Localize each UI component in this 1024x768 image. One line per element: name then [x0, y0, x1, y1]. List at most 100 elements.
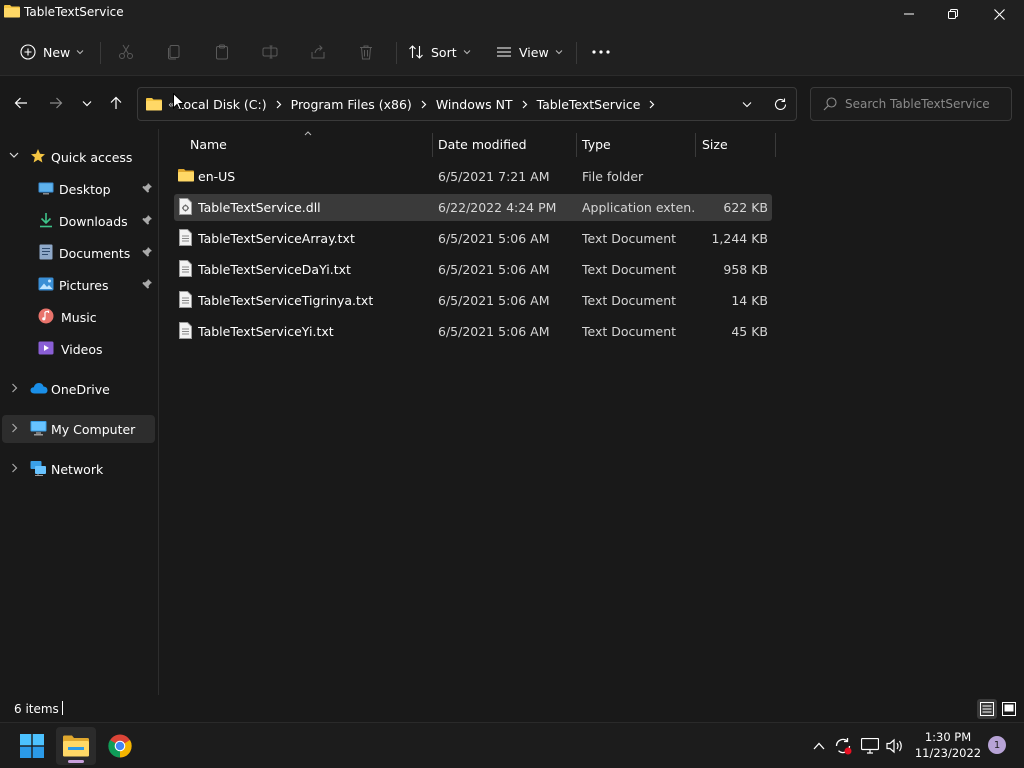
forward-button[interactable] — [44, 91, 68, 115]
new-button[interactable]: New — [20, 36, 84, 68]
sidebar-item-label: Quick access — [51, 150, 133, 165]
copy-button[interactable] — [166, 36, 182, 68]
table-row[interactable]: TableTextServiceArray.txt 6/5/2021 5:06 … — [174, 225, 772, 252]
sort-button[interactable]: Sort — [408, 36, 471, 68]
sidebar-item-onedrive[interactable]: OneDrive — [2, 375, 155, 403]
sidebar-item-downloads[interactable]: Downloads — [2, 207, 155, 235]
details-view-button[interactable] — [977, 699, 997, 719]
sidebar-item-music[interactable]: Music — [2, 303, 155, 331]
sidebar-item-my-computer[interactable]: My Computer — [2, 415, 155, 443]
column-label: Type — [582, 136, 611, 152]
column-divider[interactable] — [576, 133, 577, 157]
dll-file-icon — [179, 198, 192, 215]
column-header-size[interactable]: Size — [702, 129, 728, 159]
chevron-down-icon — [82, 100, 92, 106]
network-status-button[interactable] — [858, 723, 882, 768]
sidebar-item-videos[interactable]: Videos — [2, 335, 155, 363]
videos-icon — [38, 341, 54, 355]
address-history-button[interactable] — [732, 88, 762, 120]
delete-button[interactable] — [358, 36, 374, 68]
rename-button[interactable] — [262, 36, 278, 68]
column-divider[interactable] — [775, 133, 776, 157]
breadcrumb-windows-nt[interactable]: Windows NT — [436, 97, 513, 112]
cloud-icon — [30, 383, 48, 394]
arrow-left-icon — [14, 97, 27, 109]
table-row[interactable]: TableTextServiceDaYi.txt 6/5/2021 5:06 A… — [174, 256, 772, 283]
file-type: Application exten... — [582, 200, 694, 215]
sidebar-item-label: Network — [51, 462, 104, 477]
clock[interactable]: 1:30 PM 11/23/2022 — [908, 729, 988, 761]
search-box[interactable] — [810, 87, 1012, 121]
sidebar-item-network[interactable]: Network — [2, 455, 155, 483]
large-icons-view-button[interactable] — [999, 699, 1019, 719]
chevron-right-icon[interactable] — [11, 423, 18, 433]
address-bar[interactable]: « Local Disk (C:) Program Files (x86) Wi… — [137, 87, 797, 121]
chevron-down-icon[interactable] — [9, 152, 19, 159]
sync-status-button[interactable] — [832, 723, 854, 768]
refresh-button[interactable] — [765, 88, 795, 120]
back-button[interactable] — [9, 91, 33, 115]
column-header-date[interactable]: Date modified — [438, 129, 527, 159]
pin-icon — [142, 247, 152, 257]
paste-button[interactable] — [214, 36, 230, 68]
file-type: Text Document — [582, 262, 677, 277]
pictures-icon — [38, 277, 54, 291]
breadcrumb-local-disk[interactable]: Local Disk (C:) — [177, 97, 267, 112]
folder-icon — [4, 4, 20, 21]
chevron-right-icon[interactable] — [11, 383, 18, 393]
breadcrumb-program-files[interactable]: Program Files (x86) — [291, 97, 412, 112]
table-row[interactable]: TableTextServiceYi.txt 6/5/2021 5:06 AM … — [174, 318, 772, 345]
file-list: Name Date modified Type Size en-US 6/5/2… — [160, 129, 1024, 695]
column-header-name[interactable]: Name — [190, 129, 227, 159]
window-title: TableTextService — [24, 5, 124, 19]
table-row[interactable]: en-US 6/5/2021 7:21 AM File folder — [174, 163, 772, 190]
restore-button[interactable] — [930, 0, 976, 28]
table-row[interactable]: TableTextServiceTigrinya.txt 6/5/2021 5:… — [174, 287, 772, 314]
column-label: Name — [190, 136, 227, 152]
copy-icon — [168, 45, 180, 60]
close-button[interactable] — [976, 0, 1022, 28]
star-icon — [31, 149, 45, 163]
file-type: Text Document — [582, 293, 677, 308]
breadcrumb-tabletextservice[interactable]: TableTextService — [537, 97, 641, 112]
file-name: TableTextServiceDaYi.txt — [198, 262, 351, 277]
more-options-button[interactable] — [592, 36, 610, 68]
start-button[interactable] — [12, 727, 52, 765]
table-row[interactable]: TableTextService.dll 6/22/2022 4:24 PM A… — [174, 194, 772, 221]
command-bar: New Sort View — [0, 28, 1024, 76]
sort-ascending-icon — [304, 131, 312, 136]
volume-button[interactable] — [884, 723, 906, 768]
share-button[interactable] — [310, 36, 326, 68]
taskbar-chrome[interactable] — [100, 727, 140, 765]
sidebar-item-documents[interactable]: Documents — [2, 239, 155, 267]
sidebar-item-pictures[interactable]: Pictures — [2, 271, 155, 299]
column-label: Date modified — [438, 136, 527, 152]
arrow-up-icon — [110, 96, 122, 109]
chevron-right-icon[interactable] — [522, 100, 528, 109]
chevron-right-icon[interactable] — [421, 100, 427, 109]
sidebar-item-quick-access[interactable]: Quick access — [2, 143, 155, 171]
chevron-right-icon[interactable] — [11, 463, 18, 473]
chevron-right-icon[interactable] — [276, 100, 282, 109]
file-type: Text Document — [582, 324, 677, 339]
pin-icon — [142, 279, 152, 289]
chevron-right-icon[interactable] — [649, 100, 655, 109]
view-button[interactable]: View — [496, 36, 563, 68]
notification-badge[interactable]: 1 — [988, 736, 1006, 754]
column-divider[interactable] — [695, 133, 696, 157]
sidebar-item-label: My Computer — [51, 422, 136, 437]
recent-locations-button[interactable] — [75, 91, 99, 115]
search-input[interactable] — [845, 88, 1005, 120]
taskbar-file-explorer[interactable] — [56, 727, 96, 765]
minimize-button[interactable] — [886, 0, 932, 28]
chevron-down-icon — [463, 50, 470, 55]
title-bar: TableTextService — [0, 0, 1024, 28]
sidebar-item-desktop[interactable]: Desktop — [2, 175, 155, 203]
cut-button[interactable] — [118, 36, 134, 68]
show-hidden-icons-button[interactable] — [808, 723, 830, 768]
column-divider[interactable] — [432, 133, 433, 157]
column-header-type[interactable]: Type — [582, 129, 611, 159]
pane-divider[interactable] — [158, 129, 159, 695]
file-type: File folder — [582, 169, 644, 184]
up-button[interactable] — [104, 91, 128, 115]
